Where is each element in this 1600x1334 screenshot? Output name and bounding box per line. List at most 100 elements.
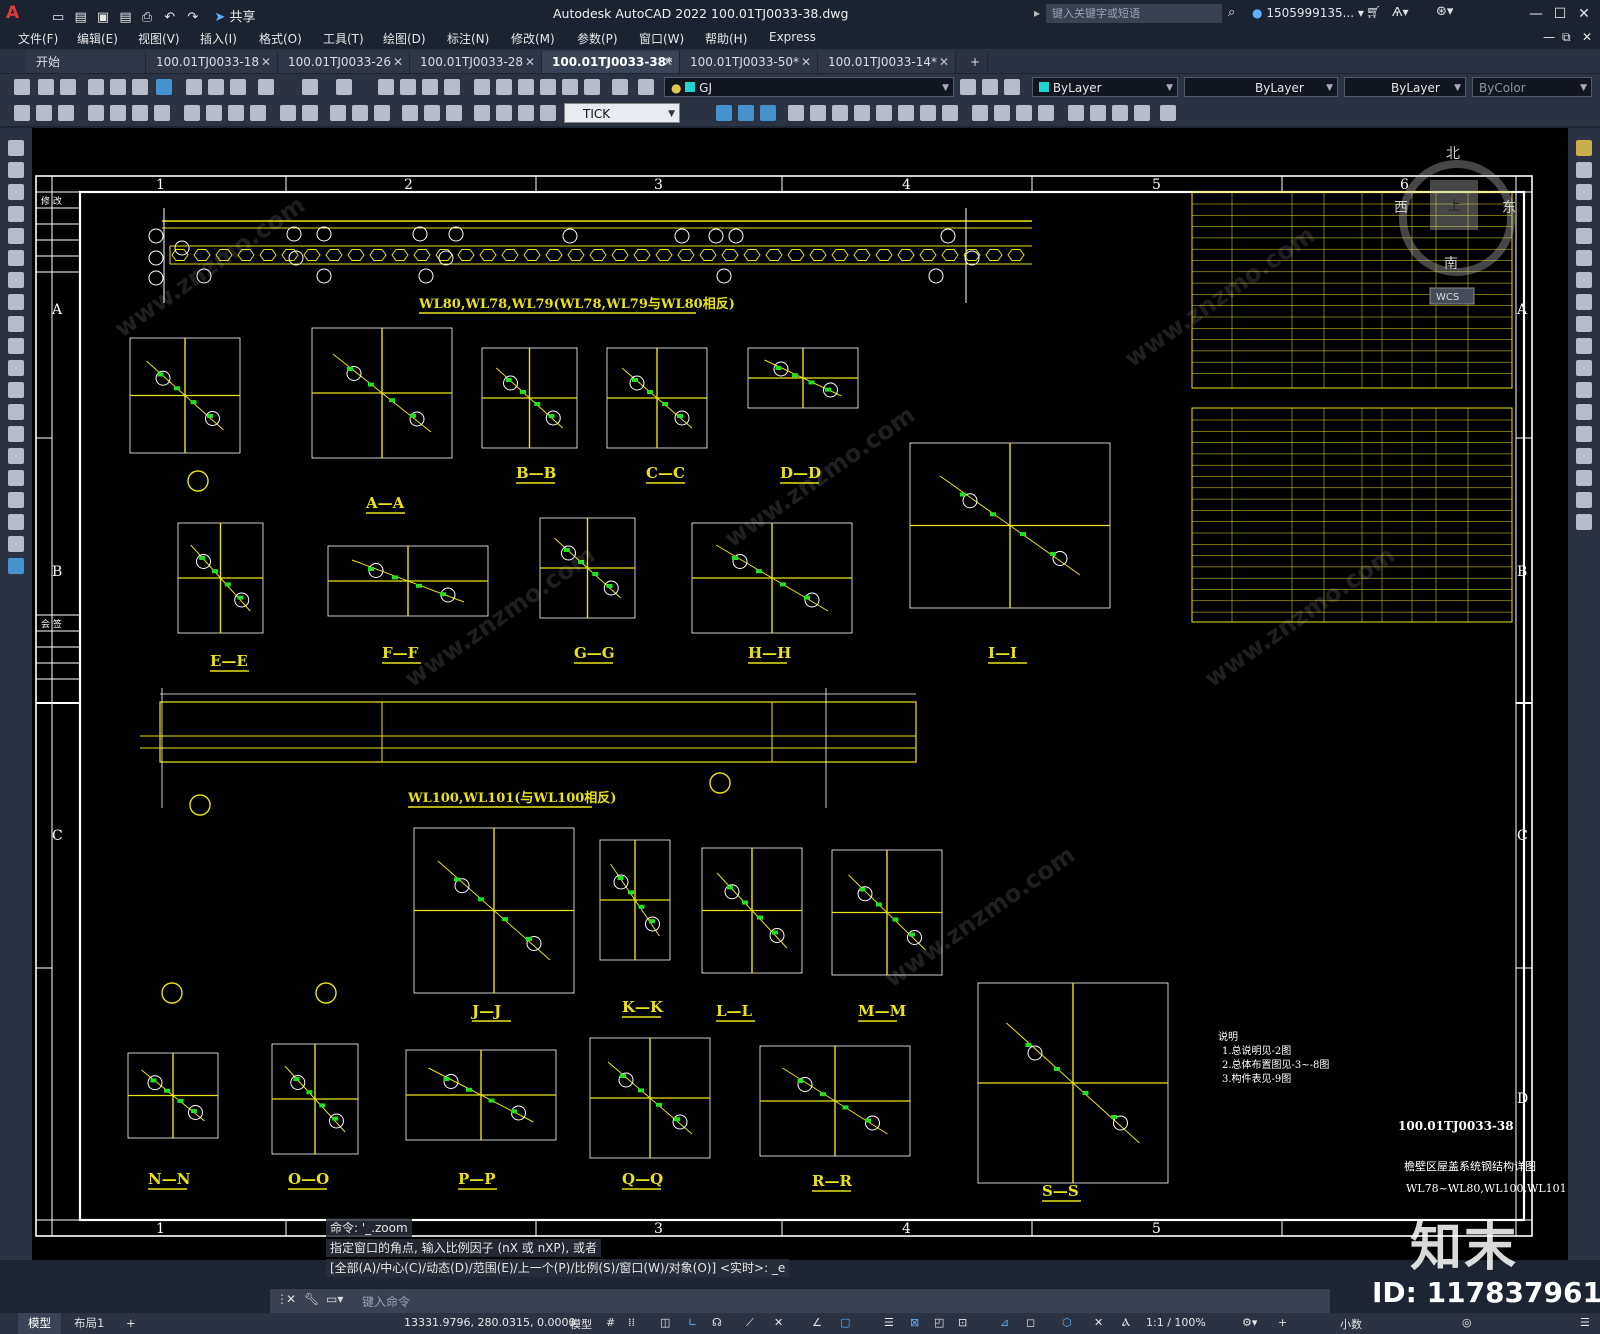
tab-start[interactable]: 开始: [26, 51, 146, 73]
help-icon[interactable]: [612, 79, 628, 95]
polyline-icon[interactable]: [8, 184, 24, 200]
redo-icon[interactable]: ↷: [187, 10, 198, 25]
make-current-layer-icon[interactable]: [960, 79, 976, 95]
move-icon[interactable]: [1576, 250, 1592, 266]
make-block-icon[interactable]: [8, 404, 24, 420]
color-dropdown[interactable]: ByLayer ▼: [1032, 77, 1178, 97]
rectangle-icon[interactable]: [8, 228, 24, 244]
auto-scale-icon[interactable]: ✕: [1094, 1316, 1103, 1329]
ellipse-icon[interactable]: [8, 338, 24, 354]
dimension-space-icon[interactable]: [280, 105, 296, 121]
new-layout-button[interactable]: +: [116, 1313, 146, 1334]
units-button[interactable]: 小数: [1340, 1316, 1362, 1332]
copy-object-icon[interactable]: [1576, 162, 1592, 178]
stretch-icon[interactable]: [1576, 316, 1592, 332]
menu-parametric[interactable]: 参数(P): [577, 30, 618, 47]
scale-icon[interactable]: [1576, 294, 1592, 310]
search-icon[interactable]: ⌕: [1228, 5, 1235, 20]
command-input[interactable]: 键入命令: [362, 1293, 410, 1310]
annotation-scale-icon[interactable]: Ⲁ: [1122, 1316, 1130, 1330]
draworder-back-icon[interactable]: [738, 105, 754, 121]
model-space-button[interactable]: 模型: [570, 1316, 592, 1332]
menu-help[interactable]: 帮助(H): [705, 30, 747, 47]
menu-format[interactable]: 格式(O): [259, 30, 302, 47]
a360-icon[interactable]: Ѧ▾: [1392, 5, 1409, 19]
quick-properties-icon[interactable]: ◎: [1462, 1316, 1472, 1329]
point-icon[interactable]: [8, 426, 24, 442]
jogged-linear-icon[interactable]: [402, 105, 418, 121]
overkill-icon[interactable]: [876, 105, 892, 121]
layout-tab-model[interactable]: 模型: [18, 1313, 61, 1334]
linear-dimension-icon[interactable]: [14, 105, 30, 121]
menu-draw[interactable]: 绘图(D): [383, 30, 426, 47]
dimension-override-icon[interactable]: [518, 105, 534, 121]
close-button[interactable]: ✕: [1574, 4, 1594, 24]
tab-file-26[interactable]: 100.01TJ0033-26 ✕: [278, 51, 410, 73]
add-selected-icon[interactable]: [8, 558, 24, 574]
open-icon[interactable]: [38, 79, 54, 95]
id-point-icon[interactable]: [1134, 105, 1150, 121]
extend-icon[interactable]: [1576, 360, 1592, 376]
doc-close-button[interactable]: ✕: [1582, 30, 1592, 44]
transparency-icon[interactable]: ☰: [884, 1316, 894, 1329]
tab-file-38[interactable]: 100.01TJ0033-38* ✕: [542, 51, 680, 73]
hatch-icon[interactable]: [972, 105, 988, 121]
drawing-canvas[interactable]: 1 2 3 4 5 6 1 3 4 5 A B C A B C D 修 改 会 …: [32, 128, 1568, 1260]
cut-icon[interactable]: [186, 79, 202, 95]
menu-file[interactable]: 文件(F): [18, 30, 58, 47]
close-tab-icon[interactable]: ✕: [801, 51, 811, 73]
design-center-icon[interactable]: [496, 79, 512, 95]
baseline-dimension-icon[interactable]: [228, 105, 244, 121]
tab-file-50[interactable]: 100.01TJ0033-50* ✕: [680, 51, 818, 73]
join-icon[interactable]: [1576, 426, 1592, 442]
customize-icon[interactable]: 🔧︎: [304, 1292, 319, 1306]
rotate-icon[interactable]: [1576, 272, 1592, 288]
close-tab-icon[interactable]: ✕: [393, 51, 403, 73]
list-icon[interactable]: [1112, 105, 1128, 121]
redo-icon[interactable]: [336, 79, 352, 95]
aligned-dimension-icon[interactable]: [36, 105, 52, 121]
close-command-icon[interactable]: ✕: [286, 1292, 296, 1306]
lineweight-icon[interactable]: ▢: [840, 1316, 850, 1329]
customization-menu-icon[interactable]: ☰: [1580, 1316, 1590, 1329]
help-icon[interactable]: ⊛▾: [1436, 4, 1453, 19]
array-icon[interactable]: [1576, 228, 1592, 244]
boundary-icon[interactable]: [1016, 105, 1032, 121]
layer-state-icon[interactable]: [1004, 79, 1020, 95]
polygon-icon[interactable]: [8, 206, 24, 222]
save-icon[interactable]: ▣: [97, 10, 109, 25]
search-arrow-icon[interactable]: ▸: [1034, 6, 1040, 20]
close-tab-icon[interactable]: ✕: [939, 51, 949, 73]
xref-icon[interactable]: [942, 105, 958, 121]
lineweight-dropdown[interactable]: ByLayer ▼: [1344, 77, 1466, 97]
center-mark-icon[interactable]: [352, 105, 368, 121]
coordinate-readout[interactable]: 13331.9796, 280.0315, 0.0000: [404, 1316, 575, 1329]
menu-express[interactable]: Express: [769, 30, 816, 44]
menu-dimension[interactable]: 标注(N): [447, 30, 489, 47]
new-file-icon[interactable]: ▭: [52, 10, 64, 25]
inspection-icon[interactable]: [374, 105, 390, 121]
print-icon[interactable]: [88, 79, 104, 95]
menu-insert[interactable]: 插入(I): [200, 30, 237, 47]
group-icon[interactable]: [832, 105, 848, 121]
quick-dimension-icon[interactable]: [206, 105, 222, 121]
linetype-dropdown[interactable]: ByLayer ▼: [1184, 77, 1338, 97]
gizmo-icon[interactable]: ◻: [1026, 1316, 1035, 1329]
layer-previous-icon[interactable]: [982, 79, 998, 95]
close-tab-icon[interactable]: ✕: [261, 51, 271, 73]
selection-cycling-icon[interactable]: ⊠: [910, 1316, 919, 1329]
line-icon[interactable]: [8, 140, 24, 156]
angular-dimension-icon[interactable]: [184, 105, 200, 121]
table-icon[interactable]: [1160, 105, 1176, 121]
annotation-scale-value[interactable]: 1:1 / 100%: [1146, 1316, 1206, 1329]
gradient-icon[interactable]: [8, 470, 24, 486]
ellipse-arc-icon[interactable]: [8, 360, 24, 376]
mirror-icon[interactable]: [1576, 184, 1592, 200]
hatch-icon[interactable]: [8, 448, 24, 464]
block-editor-icon[interactable]: [898, 105, 914, 121]
spline-icon[interactable]: [8, 316, 24, 332]
save-as-icon[interactable]: ▤: [119, 10, 131, 25]
multiline-text-icon[interactable]: [8, 536, 24, 552]
ortho-icon[interactable]: ∟: [688, 1316, 697, 1329]
menu-edit[interactable]: 编辑(E): [77, 30, 118, 47]
